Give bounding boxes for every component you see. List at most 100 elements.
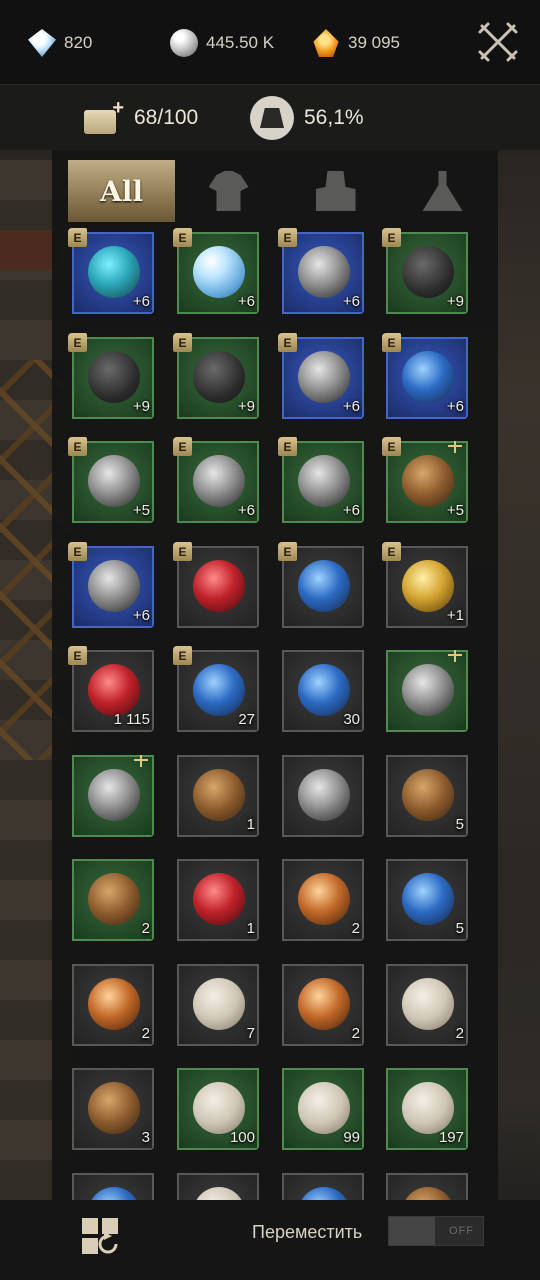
exp-scroll-icon [193,1082,245,1134]
dagger-item[interactable] [68,751,154,837]
inventory-weight-value: 56,1% [304,106,364,129]
inventory-capacity[interactable]: + 68/100 [84,95,198,141]
item-quantity: 100 [229,1129,255,1146]
red-flask-icon [193,873,245,925]
item-quantity: 2 [351,1025,360,1042]
item-quantity: +6 [342,398,360,415]
item-quantity: +6 [342,293,360,310]
silver-chest-item[interactable] [278,751,364,837]
sort-inventory-icon[interactable] [78,1214,124,1260]
exp-scroll-item[interactable]: 100 [173,1064,259,1150]
hammer-icon [88,560,140,612]
beer-mug-item[interactable]: 3 [68,1064,154,1150]
item-quantity: +9 [132,398,150,415]
item-quantity: 5 [455,816,464,833]
orb-item[interactable]: E +6 [173,228,259,314]
white-vase-item[interactable]: 7 [173,960,259,1046]
gloves-item[interactable]: E +9 [68,333,154,419]
vase-partial-4[interactable] [382,1169,468,1200]
blue-banner-item[interactable]: E [278,542,364,628]
item-quantity: 30 [343,711,360,728]
item-quantity: +6 [237,293,255,310]
equipped-badge: E [278,333,297,352]
helmet-item[interactable]: E +6 [278,333,364,419]
blue-vial-item[interactable]: E 27 [173,646,259,732]
equipped-badge: E [68,333,87,352]
blue-flask-item[interactable]: 5 [382,855,468,941]
ship-item[interactable]: E +1 [382,542,468,628]
item-quantity: +6 [132,607,150,624]
currency-diamond: 820 [28,28,92,58]
blue-vial-icon [193,664,245,716]
currency-diamond-value: 820 [64,33,93,52]
purple-scroll-icon [402,1082,454,1134]
ring-item[interactable]: E +6 [173,437,259,523]
steak-item[interactable]: 2 [278,855,364,941]
tab-materials[interactable] [282,160,389,222]
carved-box-item[interactable]: 5 [382,751,468,837]
stew-item[interactable]: 2 [278,960,364,1046]
diamond-icon [28,29,56,57]
gloves-icon [88,351,140,403]
item-quantity: 27 [238,711,255,728]
equipped-badge: E [68,646,87,665]
scroll-partial-3[interactable] [278,1169,364,1200]
wooden-chest-icon [193,769,245,821]
roast-chicken-item[interactable]: 2 [68,960,154,1046]
red-potion-icon [88,664,140,716]
background-beam [0,230,60,270]
hammer-item[interactable]: E +6 [68,542,154,628]
staff-item[interactable]: E +6 [68,228,154,314]
move-toggle[interactable]: OFF [388,1216,484,1246]
blueprint-scroll-item[interactable]: 30 [278,646,364,732]
inventory-capacity-value: 68/100 [134,106,199,129]
chain-item[interactable] [382,646,468,732]
red-banner-item[interactable]: E [173,542,259,628]
bracelet-item[interactable]: E +5 [68,437,154,523]
scroll-partial-2[interactable] [173,1169,259,1200]
scroll-item[interactable]: 99 [278,1064,364,1150]
knife-item[interactable]: E +6 [278,437,364,523]
boots-item[interactable]: E +9 [173,333,259,419]
tab-all[interactable]: All [68,160,175,222]
necklace-icon [402,351,454,403]
toggle-knob [389,1217,435,1245]
soup-item[interactable]: 2 [382,960,468,1046]
chest-armor-item[interactable]: E +6 [278,228,364,314]
red-potion-item[interactable]: E 1 115 [68,646,154,732]
soup-icon [402,978,454,1030]
tab-all-label: All [100,174,143,208]
carved-box-icon [402,769,454,821]
currency-bar: 820 445.50 K 39 095 [0,0,540,84]
currency-amber: 39 095 [312,28,400,58]
blueprint-scroll-icon [298,664,350,716]
ring-icon [193,455,245,507]
red-flask-item[interactable]: 1 [173,855,259,941]
item-quantity: +6 [446,398,464,415]
wooden-chest-item[interactable]: 1 [173,751,259,837]
blue-banner-icon [298,560,350,612]
tab-consumables[interactable] [389,160,496,222]
scroll-icon [298,1082,350,1134]
leg-armor-item[interactable]: E +9 [382,228,468,314]
beer-mug-icon [88,1082,140,1134]
necklace-item[interactable]: E +6 [382,333,468,419]
currency-silver: 445.50 K [170,28,274,58]
green-chest-item[interactable]: 2 [68,855,154,941]
purple-scroll-item[interactable]: 197 [382,1064,468,1150]
item-quantity: +6 [237,502,255,519]
expand-inventory-icon: + [84,98,124,136]
knife-icon [298,455,350,507]
staff-icon [88,246,140,298]
chest-armor-icon [298,246,350,298]
amber-gem-icon [313,29,339,57]
item-quantity: +9 [237,398,255,415]
helmet-icon [298,351,350,403]
equipped-badge: E [68,542,87,561]
item-quantity: 1 115 [113,711,150,728]
pickaxe-item[interactable]: E +5 [382,437,468,523]
close-icon[interactable] [476,20,520,64]
inventory-stats-bar: + 68/100 56,1% [0,84,540,150]
tab-equipment[interactable] [175,160,282,222]
scroll-partial-1[interactable] [68,1169,154,1200]
